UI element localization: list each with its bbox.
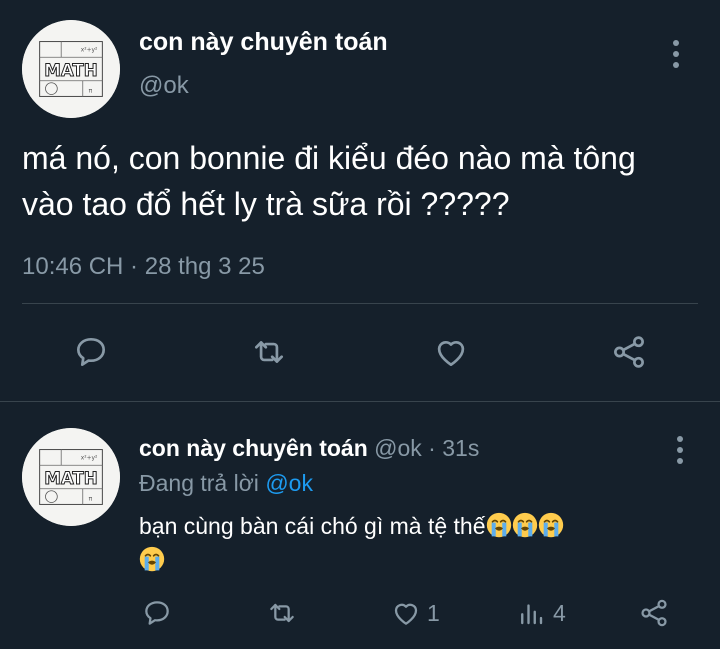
share-icon[interactable] — [609, 333, 649, 371]
more-options-icon[interactable] — [672, 40, 680, 73]
like-count: 1 — [427, 600, 440, 626]
reply-reply-icon[interactable] — [140, 597, 174, 629]
tweet-text-line1: má nó, con bonnie đi kiểu đéo nào mà tôn… — [22, 140, 636, 176]
avatar[interactable]: MATH x²+y² π — [22, 20, 120, 118]
timestamp[interactable]: 10:46 CH · 28 thg 3 25 — [22, 253, 265, 281]
loudly-crying-face-emoji — [486, 512, 511, 538]
replying-to-link[interactable]: @ok — [265, 470, 313, 496]
reply-text: bạn cùng bàn cái chó gì mà tệ thế — [139, 512, 564, 540]
svg-text:MATH: MATH — [44, 61, 97, 80]
display-name[interactable]: con này chuyên toán — [139, 28, 388, 57]
reply-like-icon[interactable] — [388, 597, 424, 629]
reply-icon[interactable] — [72, 333, 110, 371]
reply-retweet-icon[interactable] — [264, 597, 300, 629]
svg-text:x²+y²: x²+y² — [81, 454, 98, 461]
loudly-crying-face-emoji — [139, 546, 165, 572]
like-icon[interactable] — [431, 333, 471, 371]
reply-handle-time[interactable]: @ok · 31s — [374, 435, 479, 461]
svg-text:π: π — [89, 89, 93, 95]
reply-text-body: bạn cùng bàn cái chó gì mà tệ thế — [139, 513, 486, 539]
views-icon[interactable] — [514, 598, 548, 628]
view-count: 4 — [553, 600, 566, 626]
math-avatar-image: MATH x²+y² π — [22, 20, 120, 118]
reply-avatar[interactable]: MATH x²+y² π — [22, 428, 120, 526]
divider — [22, 303, 698, 304]
svg-text:MATH: MATH — [44, 469, 97, 488]
replying-to: Đang trả lời @ok — [139, 470, 313, 497]
tweet-text-line2: vào tao đổ hết ly trà sữa rồi ????? — [22, 186, 510, 222]
section-divider — [0, 401, 720, 402]
retweet-icon[interactable] — [249, 333, 289, 371]
reply-display-name[interactable]: con này chuyên toán — [139, 435, 368, 461]
reply-header: con này chuyên toán @ok · 31s — [139, 435, 479, 462]
reply-more-options-icon[interactable] — [676, 436, 684, 469]
svg-text:x²+y²: x²+y² — [81, 46, 98, 53]
reply-share-icon[interactable] — [636, 597, 672, 629]
loudly-crying-face-emoji — [538, 512, 563, 538]
handle[interactable]: @ok — [139, 72, 189, 100]
math-avatar-image: MATH x²+y² π — [22, 428, 120, 526]
replying-to-label: Đang trả lời — [139, 470, 259, 496]
reply-text-emoji-line — [139, 546, 165, 573]
loudly-crying-face-emoji — [512, 512, 537, 538]
svg-text:π: π — [89, 497, 93, 503]
